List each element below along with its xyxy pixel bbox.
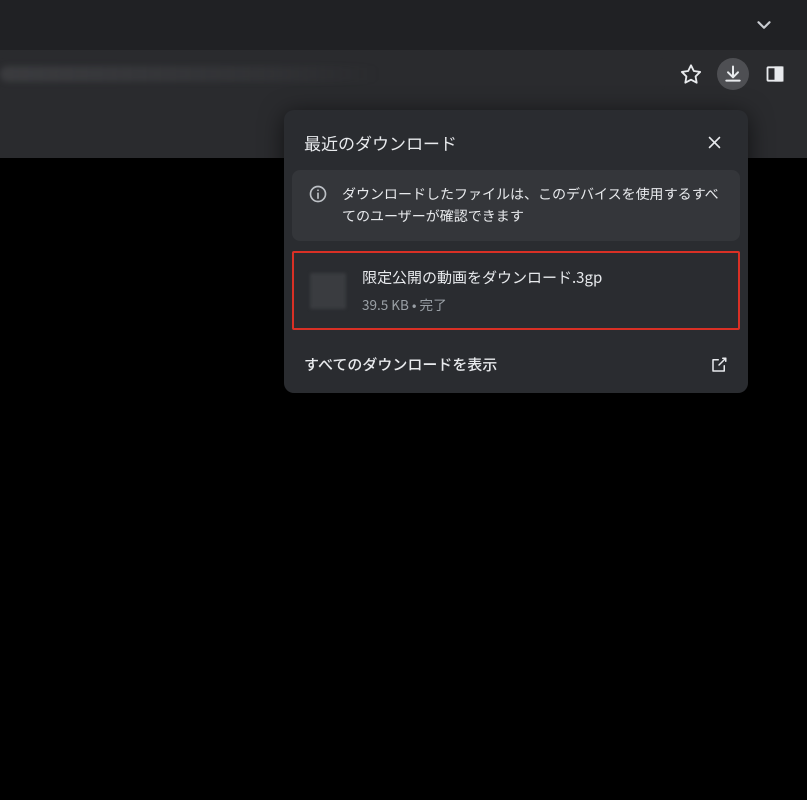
download-state: 完了: [420, 294, 447, 314]
show-all-label: すべてのダウンロードを表示: [304, 354, 497, 375]
popup-header: 最近のダウンロード: [284, 110, 748, 170]
panel-icon[interactable]: [759, 58, 791, 90]
file-thumbnail: [310, 273, 346, 309]
bookmark-star-icon[interactable]: [675, 58, 707, 90]
close-icon: [706, 134, 723, 151]
browser-toolbar: [0, 50, 807, 98]
download-filename: 限定公開の動画をダウンロード.3gp: [362, 267, 602, 288]
open-external-icon: [710, 356, 728, 374]
info-text: ダウンロードしたファイルは、このデバイスを使用するすべてのユーザーが確認できます: [342, 184, 724, 227]
download-meta: 限定公開の動画をダウンロード.3gp 39.5 KB • 完了: [362, 267, 602, 314]
downloads-icon[interactable]: [717, 58, 749, 90]
info-banner: ダウンロードしたファイルは、このデバイスを使用するすべてのユーザーが確認できます: [292, 170, 740, 241]
show-all-downloads[interactable]: すべてのダウンロードを表示: [284, 338, 748, 393]
browser-tabstrip: [0, 0, 807, 50]
download-size: 39.5 KB: [362, 294, 409, 314]
chevron-down-icon[interactable]: [753, 14, 775, 36]
close-button[interactable]: [700, 128, 728, 156]
address-bar[interactable]: [0, 58, 665, 90]
downloads-popup: 最近のダウンロード ダウンロードしたファイルは、このデバイスを使用するすべてのユ…: [284, 110, 748, 393]
download-status: 39.5 KB • 完了: [362, 294, 602, 314]
download-sep: •: [409, 294, 420, 314]
popup-title: 最近のダウンロード: [304, 130, 457, 155]
info-icon: [308, 184, 328, 204]
download-item[interactable]: 限定公開の動画をダウンロード.3gp 39.5 KB • 完了: [292, 251, 740, 330]
